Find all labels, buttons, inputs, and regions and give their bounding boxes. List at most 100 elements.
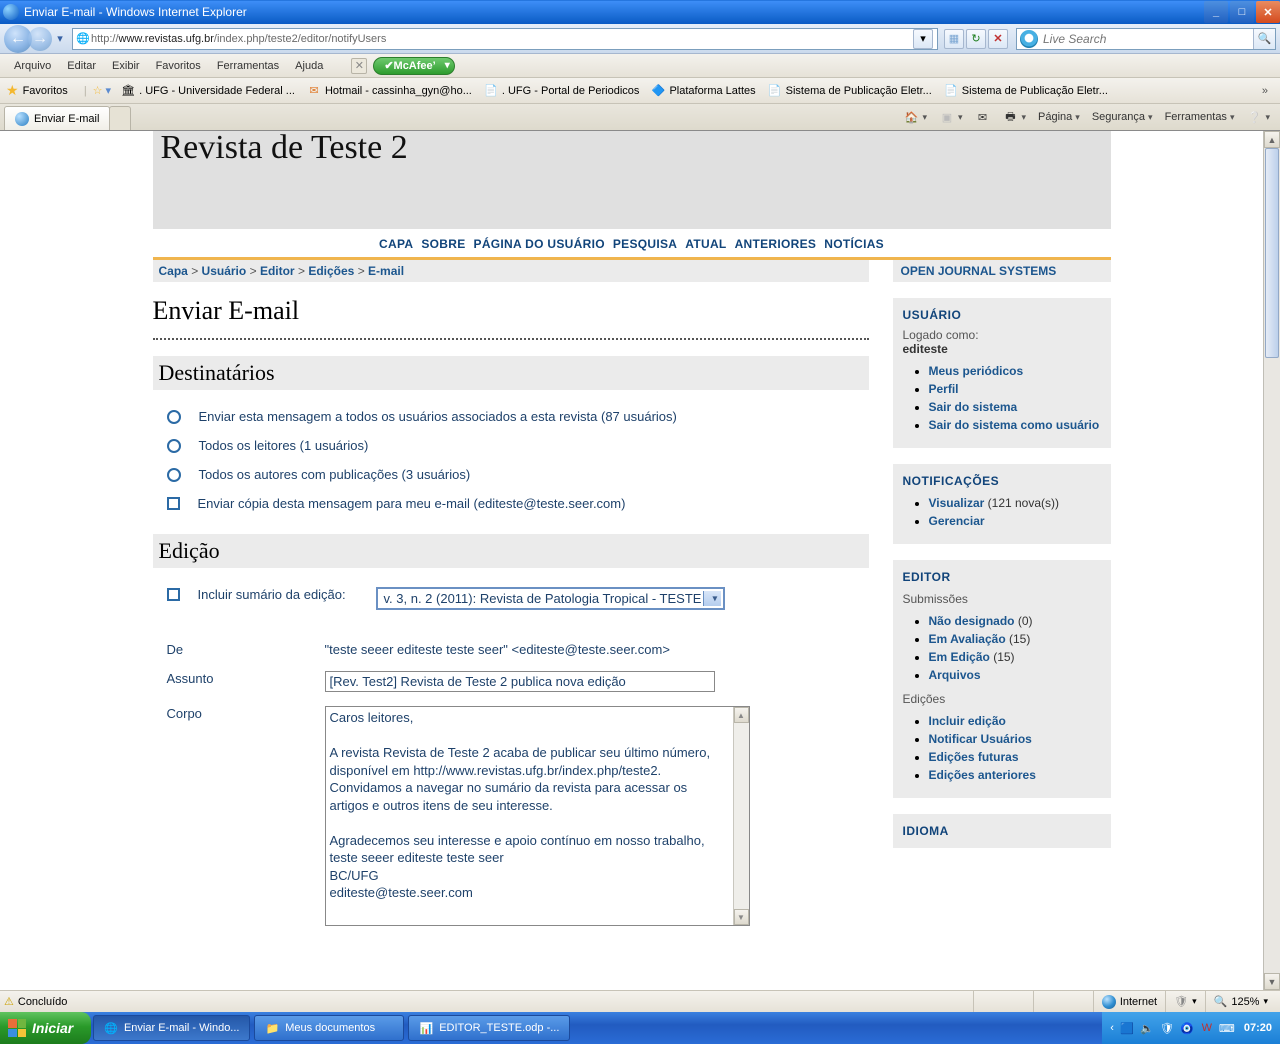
help-button[interactable]: ❔▾ bbox=[1242, 109, 1274, 126]
nav-capa[interactable]: CAPA bbox=[375, 237, 417, 251]
nav-anteriores[interactable]: ANTERIORES bbox=[731, 237, 821, 251]
refresh-button[interactable]: ↻ bbox=[966, 29, 986, 49]
protected-mode-cell[interactable]: 🛡▾ bbox=[1165, 991, 1205, 1012]
mcafee-toolbar-button[interactable]: ✔ McAfee’ bbox=[373, 57, 454, 75]
link-sair-como-usuario[interactable]: Sair do sistema como usuário bbox=[929, 418, 1100, 432]
radio-icon[interactable] bbox=[167, 410, 181, 424]
menu-ferramentas[interactable]: Ferramentas bbox=[209, 57, 287, 75]
page-menu[interactable]: Página▾ bbox=[1034, 109, 1084, 125]
new-tab-button[interactable] bbox=[109, 106, 131, 130]
favlink-ufg[interactable]: 🏛. UFG - Universidade Federal ... bbox=[115, 84, 301, 98]
print-button[interactable]: 🖶▾ bbox=[999, 106, 1031, 129]
link-notificar-usuarios[interactable]: Notificar Usuários bbox=[929, 732, 1032, 746]
scroll-up-icon[interactable]: ▲ bbox=[734, 707, 749, 723]
favorites-overflow[interactable]: » bbox=[1256, 85, 1274, 97]
stop-button[interactable]: ✕ bbox=[988, 29, 1008, 49]
link-visualizar[interactable]: Visualizar bbox=[929, 496, 985, 510]
breadcrumb-edicoes[interactable]: Edições bbox=[308, 264, 354, 278]
link-nao-designado[interactable]: Não designado bbox=[929, 614, 1015, 628]
scroll-down-button[interactable]: ▼ bbox=[1264, 973, 1280, 990]
tools-menu[interactable]: Ferramentas▾ bbox=[1161, 109, 1239, 125]
subject-input[interactable] bbox=[325, 671, 715, 692]
taskbar-item-documents[interactable]: 📁Meus documentos bbox=[254, 1015, 404, 1041]
tray-icon[interactable]: W bbox=[1200, 1021, 1214, 1035]
window-maximize-button[interactable]: □ bbox=[1230, 1, 1254, 23]
tray-icon[interactable]: 🟦 bbox=[1120, 1021, 1134, 1035]
radio-icon[interactable] bbox=[167, 468, 181, 482]
ojs-system-link[interactable]: OPEN JOURNAL SYSTEMS bbox=[893, 260, 1111, 282]
favlink-periodicos[interactable]: 📄. UFG - Portal de Periodicos bbox=[478, 84, 646, 98]
page-scrollbar[interactable]: ▲ ▼ bbox=[1263, 131, 1280, 990]
menu-exibir[interactable]: Exibir bbox=[104, 57, 148, 75]
favlink-sistema-2[interactable]: 📄Sistema de Publicação Eletr... bbox=[938, 84, 1114, 98]
recipient-option-all-users[interactable]: Enviar esta mensagem a todos os usuários… bbox=[167, 402, 869, 431]
nav-user-page[interactable]: PÁGINA DO USUÁRIO bbox=[470, 237, 609, 251]
breadcrumb-usuario[interactable]: Usuário bbox=[202, 264, 247, 278]
link-edicoes-futuras[interactable]: Edições futuras bbox=[929, 750, 1019, 764]
tray-icon[interactable]: 🧿 bbox=[1180, 1021, 1194, 1035]
home-button[interactable]: 🏠▾ bbox=[899, 109, 931, 126]
nav-sobre[interactable]: SOBRE bbox=[417, 237, 469, 251]
window-minimize-button[interactable]: _ bbox=[1204, 1, 1228, 23]
link-perfil[interactable]: Perfil bbox=[929, 382, 959, 396]
zoom-cell[interactable]: 🔍125%▾ bbox=[1205, 991, 1276, 1012]
link-edicoes-anteriores[interactable]: Edições anteriores bbox=[929, 768, 1036, 782]
search-input[interactable] bbox=[1041, 32, 1253, 46]
system-tray[interactable]: ‹ 🟦 🔈 🛡 🧿 W ⌨ 07:20 bbox=[1102, 1012, 1280, 1044]
toolbar-close-button[interactable]: ✕ bbox=[351, 58, 367, 74]
scroll-up-button[interactable]: ▲ bbox=[1264, 131, 1280, 148]
nav-noticias[interactable]: NOTÍCIAS bbox=[820, 237, 888, 251]
browser-tab[interactable]: Enviar E-mail bbox=[4, 106, 110, 130]
favorites-label[interactable]: Favoritos bbox=[23, 85, 68, 97]
taskbar-item-editor-teste[interactable]: 📊EDITOR_TESTE.odp -... bbox=[408, 1015, 570, 1041]
address-input-hidden[interactable] bbox=[386, 32, 911, 46]
suggested-star-icon[interactable]: ☆ bbox=[93, 84, 103, 97]
include-toc-checkbox[interactable] bbox=[167, 588, 180, 601]
address-dropdown-button[interactable]: ▾ bbox=[913, 29, 933, 49]
link-incluir-edicao[interactable]: Incluir edição bbox=[929, 714, 1006, 728]
link-em-edicao[interactable]: Em Edição bbox=[929, 650, 990, 664]
address-bar[interactable]: 🌐 http:// www.revistas.ufg.br /index.php… bbox=[72, 28, 938, 50]
textarea-scrollbar[interactable]: ▲ ▼ bbox=[733, 707, 749, 925]
menu-ajuda[interactable]: Ajuda bbox=[287, 57, 331, 75]
search-button[interactable]: 🔍 bbox=[1253, 29, 1275, 49]
link-sair[interactable]: Sair do sistema bbox=[929, 400, 1018, 414]
menu-favoritos[interactable]: Favoritos bbox=[148, 57, 209, 75]
favlink-sistema-1[interactable]: 📄Sistema de Publicação Eletr... bbox=[762, 84, 938, 98]
favlink-hotmail[interactable]: ✉Hotmail - cassinha_gyn@ho... bbox=[301, 84, 478, 98]
feeds-button[interactable]: ▣▾ bbox=[935, 109, 967, 126]
issue-select[interactable]: v. 3, n. 2 (2011): Revista de Patologia … bbox=[376, 587, 726, 610]
tray-icon[interactable]: 🔈 bbox=[1140, 1021, 1154, 1035]
favlink-lattes[interactable]: 🔷Plataforma Lattes bbox=[645, 84, 761, 98]
nav-history-dropdown[interactable]: ▾ bbox=[52, 32, 68, 45]
scroll-down-icon[interactable]: ▼ bbox=[734, 909, 749, 925]
link-gerenciar[interactable]: Gerenciar bbox=[929, 514, 985, 528]
forward-button[interactable]: → bbox=[28, 27, 52, 51]
link-meus-periodicos[interactable]: Meus periódicos bbox=[929, 364, 1024, 378]
mail-button[interactable]: ✉ bbox=[971, 109, 995, 126]
recipient-option-readers[interactable]: Todos os leitores (1 usuários) bbox=[167, 431, 869, 460]
recipient-option-authors[interactable]: Todos os autores com publicações (3 usuá… bbox=[167, 460, 869, 489]
nav-pesquisa[interactable]: PESQUISA bbox=[609, 237, 681, 251]
taskbar-item-ie[interactable]: 🌐Enviar E-mail - Windo... bbox=[93, 1015, 250, 1041]
menu-editar[interactable]: Editar bbox=[59, 57, 104, 75]
send-copy-checkbox-row[interactable]: Enviar cópia desta mensagem para meu e-m… bbox=[167, 489, 869, 518]
start-button[interactable]: Iniciar bbox=[0, 1012, 91, 1044]
window-close-button[interactable]: ✕ bbox=[1256, 1, 1280, 23]
menu-arquivo[interactable]: Arquivo bbox=[6, 57, 59, 75]
security-menu[interactable]: Segurança▾ bbox=[1088, 109, 1157, 125]
scroll-thumb[interactable] bbox=[1265, 148, 1279, 358]
search-box[interactable]: 🔍 bbox=[1016, 28, 1276, 50]
breadcrumb-editor[interactable]: Editor bbox=[260, 264, 295, 278]
tray-icon[interactable]: 🛡 bbox=[1160, 1021, 1174, 1035]
radio-icon[interactable] bbox=[167, 439, 181, 453]
tray-icon[interactable]: ⌨ bbox=[1220, 1021, 1234, 1035]
checkbox-icon[interactable] bbox=[167, 497, 180, 510]
nav-atual[interactable]: ATUAL bbox=[681, 237, 730, 251]
compat-view-button[interactable]: ▦ bbox=[944, 29, 964, 49]
link-arquivos[interactable]: Arquivos bbox=[929, 668, 981, 682]
breadcrumb-capa[interactable]: Capa bbox=[159, 264, 188, 278]
body-textarea[interactable] bbox=[326, 707, 734, 923]
favorites-star-icon[interactable]: ★ bbox=[6, 82, 19, 99]
link-em-avaliacao[interactable]: Em Avaliação bbox=[929, 632, 1006, 646]
